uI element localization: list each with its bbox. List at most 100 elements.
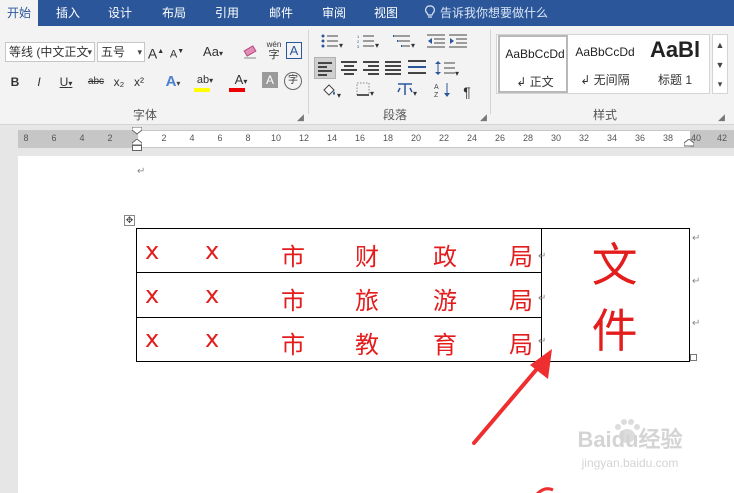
style-no-spacing[interactable]: AaBbCcDd ↲ 无间隔 — [570, 35, 640, 93]
line-spacing-button[interactable]: ▾ — [432, 57, 462, 79]
tab-design[interactable]: 设计 — [98, 0, 142, 26]
merged-file-cell[interactable]: 文件 — [541, 228, 690, 362]
italic-button[interactable]: I — [30, 72, 48, 92]
paint-bucket-icon — [323, 84, 335, 96]
dept-char: 教 — [355, 331, 379, 360]
styles-gallery-scroller[interactable]: ▲ ▼ ▾ — [712, 34, 728, 94]
dept-char: x — [145, 325, 160, 354]
ruler-tick: 2 — [161, 133, 167, 143]
row-end-mark: ↵ — [692, 318, 701, 329]
ruler-tick: 42 — [716, 133, 728, 143]
svg-text:A: A — [434, 84, 439, 91]
chinese-layout-button[interactable]: ▾ — [392, 82, 422, 102]
right-indent-marker-icon[interactable] — [684, 139, 694, 147]
character-shading-button[interactable]: A — [262, 72, 278, 88]
borders-button[interactable]: ▾ — [350, 82, 380, 102]
ruler-tick: 20 — [410, 133, 422, 143]
dept-char: 市 — [281, 242, 305, 271]
ruler-tick: 4 — [189, 133, 195, 143]
align-right-button[interactable] — [360, 57, 382, 79]
paragraph-dialog-launcher[interactable]: ◢ — [480, 112, 487, 123]
style-heading-1[interactable]: AaBl 标题 1 — [640, 35, 710, 93]
row-end-mark: ↵ — [692, 276, 701, 287]
change-case-button[interactable]: Aa▾ — [197, 42, 229, 62]
style-normal[interactable]: AaBbCcDd ↲ 正文 — [498, 35, 568, 93]
enclose-characters-button[interactable]: 字 — [284, 72, 302, 90]
numbering-button[interactable]: 1 2 3 ▾ — [352, 34, 384, 54]
bullets-button[interactable]: ▾ — [316, 34, 348, 54]
lightbulb-icon — [425, 5, 435, 18]
shading-button[interactable]: ▾ — [316, 82, 346, 102]
dept-char: 育 — [433, 331, 457, 360]
paragraph-mark: ↵ — [137, 166, 146, 177]
tab-view[interactable]: 视图 — [364, 0, 408, 26]
character-border-button[interactable]: A — [286, 42, 302, 59]
ruler-tick: 6 — [217, 133, 223, 143]
align-left-button[interactable] — [314, 57, 336, 79]
scroll-up-icon[interactable]: ▲ — [713, 35, 727, 55]
dept-char: x — [205, 325, 220, 354]
justify-button[interactable] — [382, 57, 404, 79]
dept-char: 市 — [281, 331, 305, 360]
tab-review[interactable]: 审阅 — [312, 0, 356, 26]
font-size-select[interactable]: 五号 — [97, 42, 145, 62]
tab-layout[interactable]: 布局 — [150, 0, 198, 26]
multilevel-list-icon — [392, 35, 410, 47]
align-center-button[interactable] — [338, 57, 360, 79]
first-line-indent-marker-icon[interactable] — [132, 127, 142, 135]
dept-char: x — [205, 236, 220, 265]
show-marks-button[interactable]: ¶ — [458, 82, 476, 102]
font-name-select[interactable]: 等线 (中文正文 — [5, 42, 95, 62]
ruler-tick: 2 — [107, 133, 113, 143]
tab-home[interactable]: 开始 — [0, 0, 38, 26]
font-dialog-launcher[interactable]: ◢ — [297, 112, 304, 123]
subscript-button[interactable]: x₂ — [110, 72, 128, 92]
table-cell[interactable]: x x 市 旅 游 局 — [135, 272, 543, 318]
font-color-swatch — [229, 88, 245, 92]
scroll-down-icon[interactable]: ▼ — [713, 55, 727, 75]
ruler-tick: 24 — [466, 133, 478, 143]
ruler-tick: 30 — [550, 133, 562, 143]
tell-me-box[interactable]: 告诉我你想要做什么 — [424, 0, 574, 26]
svg-text:3: 3 — [357, 44, 360, 48]
ruler-tick: 26 — [494, 133, 506, 143]
table-cell[interactable]: x x 市 财 政 局 — [135, 227, 543, 274]
superscript-button[interactable]: x² — [130, 72, 148, 92]
increase-indent-button[interactable] — [448, 34, 468, 54]
grow-font-button[interactable]: A▲ — [147, 42, 165, 62]
row-end-mark: ↵ — [692, 233, 701, 244]
phonetic-guide-button[interactable]: wén 字 — [263, 40, 285, 61]
more-styles-icon[interactable]: ▾ — [713, 75, 727, 93]
horizontal-ruler[interactable]: 8 6 4 2 2 4 6 8 10 12 14 16 18 20 22 24 … — [18, 127, 734, 151]
ruler-tick: 6 — [51, 133, 57, 143]
strikethrough-button[interactable]: abc — [84, 72, 108, 92]
table-row: x x 市 财 政 局 文件 — [135, 227, 690, 362]
cell-end-mark: ↵ — [538, 293, 547, 304]
table-move-handle[interactable]: ✥ — [124, 215, 135, 226]
tab-references[interactable]: 引用 — [204, 0, 250, 26]
distributed-button[interactable] — [406, 57, 428, 79]
table-resize-handle[interactable] — [690, 354, 697, 361]
styles-dialog-launcher[interactable]: ◢ — [718, 112, 725, 123]
group-label-paragraph: 段落 — [382, 108, 407, 122]
ruler-tick: 28 — [522, 133, 534, 143]
svg-text:Z: Z — [434, 92, 439, 98]
dept-char: 旅 — [355, 286, 379, 315]
clear-formatting-button[interactable] — [239, 42, 261, 62]
shrink-font-button[interactable]: A▼ — [168, 42, 186, 62]
hanging-indent-marker-icon[interactable] — [132, 139, 142, 151]
decrease-indent-button[interactable] — [426, 34, 446, 54]
ruler-tick: 18 — [382, 133, 394, 143]
underline-button[interactable]: U▾ — [52, 72, 80, 92]
styles-gallery: AaBbCcDd ↲ 正文 AaBbCcDd ↲ 无间隔 AaBl 标题 1 — [496, 34, 710, 94]
indent-icon — [449, 34, 467, 48]
sort-button[interactable]: AZ — [432, 82, 454, 102]
dept-char: 局 — [509, 242, 533, 271]
highlight-button[interactable]: ab▾ — [192, 70, 218, 90]
font-color-button[interactable]: A▾ — [228, 70, 254, 90]
bold-button[interactable]: B — [6, 72, 24, 92]
text-effects-button[interactable]: A▾ — [160, 72, 186, 92]
tab-insert[interactable]: 插入 — [46, 0, 90, 26]
multilevel-list-button[interactable]: ▾ — [388, 34, 420, 54]
tab-mailings[interactable]: 邮件 — [258, 0, 304, 26]
